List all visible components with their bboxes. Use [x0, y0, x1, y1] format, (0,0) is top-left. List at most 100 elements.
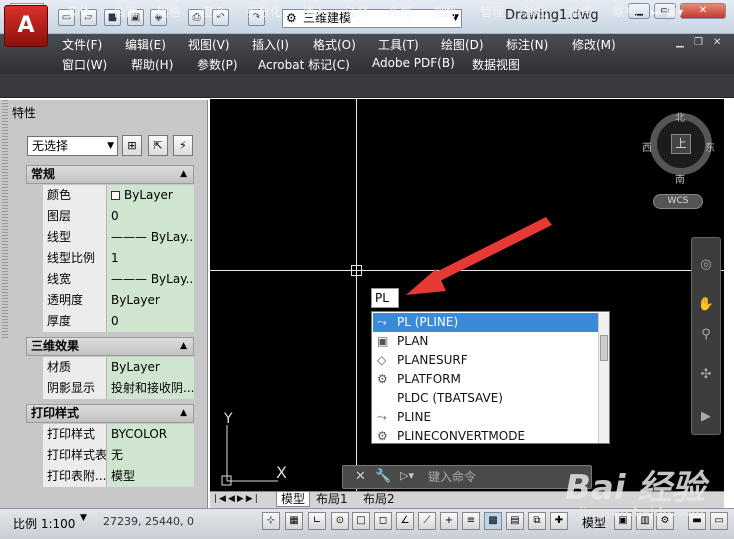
menu-edit[interactable]: 编辑(E)	[125, 36, 166, 53]
dyn-icon[interactable]: +	[440, 512, 458, 530]
tab-nav-arrows[interactable]: |◀◀▶▶|	[214, 492, 260, 507]
toggle-pickadd-icon[interactable]: ⊞	[122, 135, 142, 156]
quick-properties-icon[interactable]: ▤	[506, 512, 524, 530]
tab-insert[interactable]: 插入	[298, 3, 330, 23]
application-menu-button[interactable]: A	[4, 5, 48, 47]
tab-layout[interactable]: 布局	[384, 3, 416, 23]
property-row[interactable]: 线型比例 1	[43, 248, 194, 269]
property-row[interactable]: 厚度 0	[43, 311, 194, 332]
tab-model[interactable]: 模型	[276, 492, 311, 507]
ducs-icon[interactable]: ⟋	[418, 512, 436, 530]
property-row[interactable]: 打印样式 BYCOLOR	[43, 424, 194, 445]
property-row[interactable]: 打印表附... 模型	[43, 466, 194, 487]
ortho-icon[interactable]: ∟	[308, 512, 326, 530]
palette-grip[interactable]	[2, 100, 8, 340]
lineweight-icon[interactable]: ≡	[462, 512, 480, 530]
annotation-scale[interactable]: 比例 1:100	[13, 515, 75, 532]
suggestion-item[interactable]: ◇ PLANESURF	[373, 351, 598, 370]
suggestion-item[interactable]: PLDC (TBATSAVE)	[373, 389, 598, 408]
wcs-menu[interactable]: WCS	[653, 194, 703, 209]
compass-north[interactable]: 北	[675, 109, 685, 124]
tab-plugins[interactable]: 插件	[564, 3, 596, 23]
tab-output[interactable]: 输出	[520, 3, 552, 23]
tab-layout1[interactable]: 布局1	[316, 492, 348, 507]
menu-view[interactable]: 视图(V)	[188, 36, 230, 53]
menu-file[interactable]: 文件(F)	[62, 36, 102, 53]
section-plot-style[interactable]: 打印样式 ▲	[26, 404, 194, 423]
osnap-icon[interactable]: □	[352, 512, 370, 530]
tab-manage[interactable]: 管理	[476, 3, 508, 23]
menu-draw[interactable]: 绘图(D)	[441, 36, 484, 53]
more-tabs-icon[interactable]: ▸▸ ▣▾	[646, 3, 687, 23]
transparency-icon[interactable]: ▩	[484, 512, 502, 530]
suggestion-item[interactable]: ▣ PLAN	[373, 332, 598, 351]
tab-annotate[interactable]: 注释	[341, 3, 373, 23]
menu-adobe-pdf[interactable]: Adobe PDF(B)	[372, 56, 455, 70]
showmotion-icon[interactable]: ▶	[696, 408, 716, 426]
infer-constraints-icon[interactable]: ⊹	[262, 512, 280, 530]
tab-layout2[interactable]: 布局2	[363, 492, 395, 507]
property-row[interactable]: 颜色 ByLayer	[43, 185, 194, 206]
select-objects-icon[interactable]: ⇱	[148, 135, 168, 156]
tab-mesh[interactable]: 网格	[153, 3, 185, 23]
menu-insert[interactable]: 插入(I)	[252, 36, 289, 53]
property-row[interactable]: 透明度 ByLayer	[43, 290, 194, 311]
quick-select-icon[interactable]: ⚡	[173, 135, 193, 156]
tab-render[interactable]: 渲染	[197, 3, 229, 23]
suggestion-item[interactable]: ⚙ PLATFORM	[373, 370, 598, 389]
property-row[interactable]: 线宽 ——— ByLay...	[43, 269, 194, 290]
suggestion-scrollbar[interactable]	[598, 313, 609, 443]
pan-icon[interactable]: ✋	[696, 296, 716, 314]
tab-view[interactable]: 视图	[428, 3, 460, 23]
property-row[interactable]: 线型 ——— ByLay...	[43, 227, 194, 248]
polar-icon[interactable]: ⊙	[331, 512, 349, 530]
menu-modify[interactable]: 修改(M)	[572, 36, 616, 53]
compass-east[interactable]: 东	[705, 139, 715, 154]
viewcube-top-face[interactable]: 上	[671, 134, 691, 154]
tab-parametric[interactable]: 参数化	[242, 3, 286, 23]
doc-restore-button[interactable]: ❐	[694, 37, 703, 48]
scroll-thumb[interactable]	[600, 335, 608, 361]
chevron-down-icon[interactable]: ▼	[80, 513, 87, 523]
menu-tools[interactable]: 工具(T)	[378, 36, 419, 53]
menu-data-view[interactable]: 数据视图	[472, 56, 520, 73]
compass-south[interactable]: 南	[675, 171, 685, 186]
zoom-icon[interactable]: ⚲	[696, 326, 716, 344]
dynamic-input[interactable]: PL	[371, 288, 399, 308]
otrack-icon[interactable]: ∠	[396, 512, 414, 530]
menu-acrobat[interactable]: Acrobat 标记(C)	[258, 56, 350, 73]
compass-west[interactable]: 西	[642, 139, 652, 154]
selection-dropdown[interactable]: 无选择 ▼	[27, 136, 118, 156]
property-row[interactable]: 材质 ByLayer	[43, 357, 194, 378]
property-row[interactable]: 打印样式表无	[43, 445, 194, 466]
tab-online[interactable]: 联机	[609, 3, 641, 23]
tab-solid[interactable]: 实体	[63, 3, 95, 23]
steering-wheel-icon[interactable]: ◎	[696, 256, 716, 274]
3d-osnap-icon[interactable]: ◻	[374, 512, 392, 530]
section-3d-effects[interactable]: 三维效果 ▲	[26, 337, 194, 356]
wrench-icon[interactable]: 🔧	[375, 469, 391, 484]
menu-parameters[interactable]: 参数(P)	[197, 56, 238, 73]
doc-close-button[interactable]: ✕	[713, 37, 721, 48]
property-row[interactable]: 阴影显示 投射和接收阴...	[43, 378, 194, 399]
suggestion-item[interactable]: ⤳ PLINE	[373, 408, 598, 427]
command-input[interactable]: 键入命令	[428, 469, 588, 485]
doc-minimize-button[interactable]: ▁	[676, 37, 684, 48]
close-icon[interactable]: ✕	[355, 469, 366, 484]
menu-help[interactable]: 帮助(H)	[131, 56, 173, 73]
menu-window[interactable]: 窗口(W)	[62, 56, 107, 73]
menu-dimension[interactable]: 标注(N)	[506, 36, 548, 53]
orbit-icon[interactable]: ✣	[696, 366, 716, 384]
suggestion-item[interactable]: ⤳ PL (PLINE)	[373, 313, 598, 332]
menu-format[interactable]: 格式(O)	[313, 36, 356, 53]
selection-cycling-icon[interactable]: ⧉	[528, 512, 546, 530]
section-general[interactable]: 常规 ▲	[26, 165, 194, 184]
property-label: 线宽	[43, 269, 107, 290]
property-row[interactable]: 图层 0	[43, 206, 194, 227]
selection-value: 无选择	[32, 139, 69, 153]
suggestion-item[interactable]: ⚙ PLINECONVERTMODE	[373, 427, 598, 446]
grid-icon[interactable]: ▦	[285, 512, 303, 530]
clean-screen-icon[interactable]: ▭	[710, 512, 728, 530]
tab-surface[interactable]: 曲面	[110, 3, 142, 23]
command-prompt-icon[interactable]: ▷▾	[400, 469, 414, 482]
